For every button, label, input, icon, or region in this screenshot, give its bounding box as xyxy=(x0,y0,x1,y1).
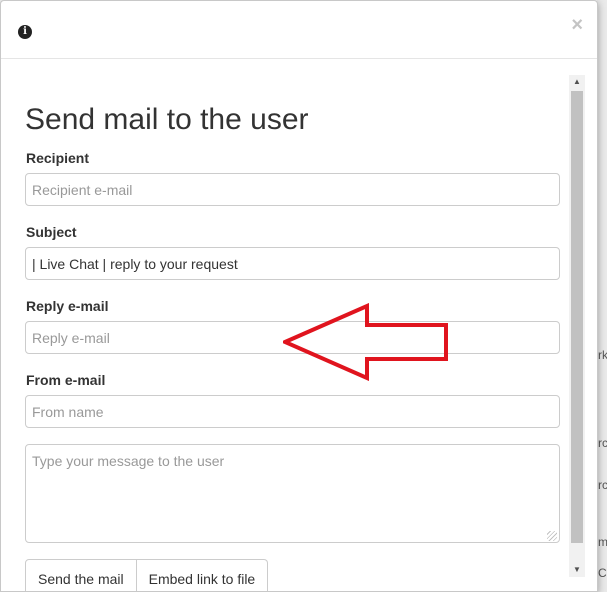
info-icon[interactable]: i xyxy=(18,25,32,39)
background-text: rk xyxy=(598,348,607,362)
background-text: rc xyxy=(598,478,607,492)
background-text: rc xyxy=(598,436,607,450)
recipient-email-field[interactable] xyxy=(25,173,560,206)
from-email-label: From e-mail xyxy=(26,372,106,388)
modal-header: i × xyxy=(1,1,597,59)
modal-body: Send mail to the user Recipient Subject … xyxy=(1,59,569,591)
subject-label: Subject xyxy=(26,224,77,240)
background-strip xyxy=(597,0,607,592)
message-textarea[interactable] xyxy=(25,444,560,543)
send-mail-modal: i × Send mail to the user Recipient Subj… xyxy=(0,0,598,592)
scroll-down-icon[interactable]: ▼ xyxy=(569,563,585,577)
background-text: m xyxy=(598,535,607,549)
reply-email-label: Reply e-mail xyxy=(26,298,109,314)
close-button[interactable]: × xyxy=(571,15,583,35)
send-mail-button[interactable]: Send the mail xyxy=(25,559,137,591)
vertical-scrollbar[interactable]: ▲ ▼ xyxy=(569,75,585,577)
recipient-label: Recipient xyxy=(26,150,90,166)
page-title: Send mail to the user xyxy=(25,103,309,136)
reply-email-field[interactable] xyxy=(25,321,560,354)
background-text: C xyxy=(598,566,607,580)
resize-grip-icon[interactable] xyxy=(547,531,557,541)
button-group: Send the mail Embed link to file xyxy=(25,559,269,591)
from-name-field[interactable] xyxy=(25,395,560,428)
scroll-up-icon[interactable]: ▲ xyxy=(569,75,585,89)
embed-link-button[interactable]: Embed link to file xyxy=(136,559,269,591)
scroll-thumb[interactable] xyxy=(571,91,583,543)
subject-field[interactable] xyxy=(25,247,560,280)
